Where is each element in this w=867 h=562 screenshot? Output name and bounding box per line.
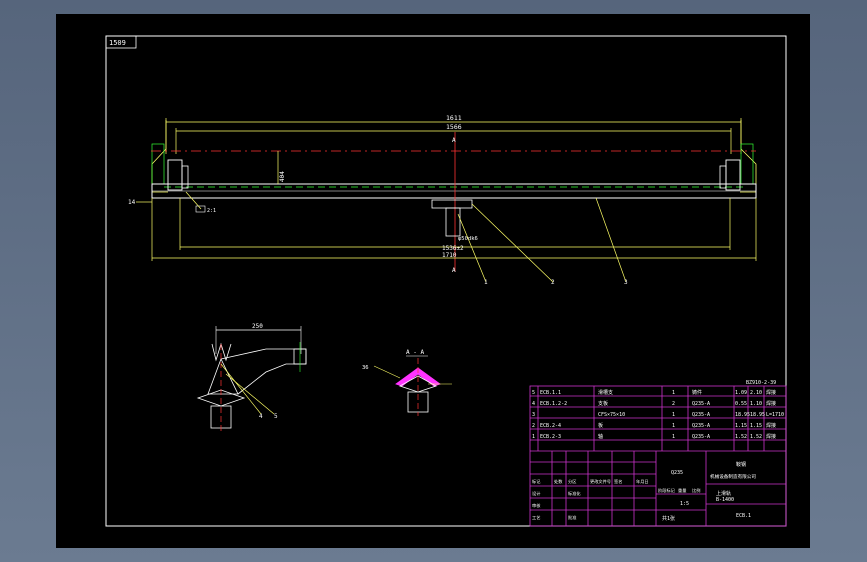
- svg-text:1: 1: [672, 434, 675, 440]
- left-mark-14: 14: [128, 199, 136, 206]
- svg-text:1.10: 1.10: [750, 401, 762, 407]
- svg-text:4: 4: [532, 401, 535, 407]
- svg-text:铸件: 铸件: [692, 389, 702, 396]
- svg-text:1.52: 1.52: [735, 434, 747, 440]
- svg-text:Q235-A: Q235-A: [692, 412, 710, 418]
- svg-text:标准化: 标准化: [568, 490, 581, 497]
- svg-text:1.15: 1.15: [735, 423, 747, 429]
- balloon-2: 2: [551, 279, 555, 286]
- svg-text:5: 5: [532, 390, 535, 396]
- sheet-count: 共1张: [662, 515, 675, 522]
- material-label: Q235: [671, 470, 683, 476]
- left-end-bracket: [151, 120, 168, 193]
- drawing-number: BZ910-2-39: [746, 380, 776, 386]
- svg-text:焊接: 焊接: [766, 400, 776, 407]
- svg-text:3: 3: [532, 412, 535, 418]
- dim-height: 404: [279, 171, 286, 182]
- dim-bottom-outer: 1710: [442, 252, 457, 259]
- svg-text:滑槽支: 滑槽支: [598, 389, 613, 396]
- svg-text:板: 板: [598, 422, 603, 429]
- svg-text:标记: 标记: [532, 478, 541, 485]
- svg-text:工艺: 工艺: [532, 515, 540, 520]
- svg-text:Q235-A: Q235-A: [692, 423, 710, 429]
- svg-text:阶段标记: 阶段标记: [658, 487, 676, 494]
- drawing-canvas: 1509 1611 1566 404 A A 1536±2 1710 14 2:…: [105, 35, 787, 527]
- svg-text:重量: 重量: [678, 487, 686, 494]
- section-mark-bottom: A: [452, 267, 456, 274]
- svg-text:L=1710: L=1710: [766, 412, 784, 418]
- svg-text:18.95: 18.95: [750, 412, 765, 418]
- svg-text:签名: 签名: [614, 478, 622, 485]
- svg-text:1.09: 1.09: [735, 390, 747, 396]
- company-name: 鞍钢: [736, 461, 746, 468]
- svg-text:ECB.1.1: ECB.1.1: [540, 390, 561, 396]
- dim-top-inner: 1566: [446, 123, 462, 131]
- svg-text:18.95: 18.95: [735, 412, 750, 418]
- svg-text:批准: 批准: [568, 514, 576, 521]
- corner-label: 1509: [109, 39, 126, 47]
- svg-text:1.52: 1.52: [750, 434, 762, 440]
- svg-text:年月日: 年月日: [636, 478, 649, 485]
- central-shaft: [431, 199, 473, 209]
- svg-text:2: 2: [532, 423, 535, 429]
- svg-text:ECB.2-3: ECB.2-3: [540, 434, 561, 440]
- svg-text:Q235-A: Q235-A: [692, 401, 710, 407]
- svg-text:轴: 轴: [598, 433, 603, 440]
- svg-text:1: 1: [532, 434, 535, 440]
- left-end-block: [167, 159, 183, 191]
- main-view: 1611 1566 404 A A φ50dk6: [128, 114, 757, 286]
- dim-detail-width: 250: [252, 323, 263, 330]
- scale-value: 1:5: [680, 501, 689, 507]
- svg-text:分区: 分区: [568, 478, 576, 485]
- svg-text:Q235-A: Q235-A: [692, 434, 710, 440]
- svg-text:更改文件号: 更改文件号: [590, 478, 611, 485]
- dim-detail-height: 36: [362, 365, 369, 371]
- drawing-sheet: 1509 1611 1566 404 A A 1536±2 1710 14 2:…: [56, 14, 810, 548]
- svg-text:ECB.1.2-2: ECB.1.2-2: [540, 401, 567, 407]
- svg-text:ECB.2-4: ECB.2-4: [540, 423, 561, 429]
- detail-view: 250 4 5: [196, 323, 307, 434]
- svg-text:焊接: 焊接: [766, 422, 776, 429]
- balloon-1: 1: [484, 279, 488, 286]
- svg-text:2.10: 2.10: [750, 390, 762, 396]
- svg-text:1.15: 1.15: [750, 423, 762, 429]
- part-spec: B-1400: [716, 497, 734, 503]
- svg-text:1: 1: [672, 390, 675, 396]
- svg-text:1: 1: [672, 412, 675, 418]
- svg-text:支板: 支板: [598, 400, 608, 407]
- company-sub: 机械设备制造有限公司: [710, 473, 756, 480]
- drawing-frame: [105, 35, 787, 527]
- right-end-bracket: [740, 120, 757, 193]
- svg-text:比例: 比例: [692, 487, 700, 494]
- part-title: 上滑轨: [716, 490, 731, 497]
- svg-text:CFS×75×10: CFS×75×10: [598, 412, 625, 418]
- left-mark-scale: 2:1: [207, 208, 216, 214]
- section-view: A - A 36: [362, 349, 452, 416]
- right-end-block: [725, 159, 741, 191]
- section-mark-top: A: [452, 137, 456, 144]
- svg-text:审核: 审核: [532, 502, 541, 509]
- balloon-4: 4: [259, 413, 263, 420]
- dim-bottom-inner: 1536±2: [442, 245, 464, 252]
- part-code: ECB.1: [736, 513, 751, 519]
- section-label: A - A: [406, 349, 424, 356]
- balloon-5: 5: [274, 413, 278, 420]
- dim-top-outer: 1611: [446, 114, 462, 122]
- svg-text:焊接: 焊接: [766, 433, 776, 440]
- balloon-3: 3: [624, 279, 628, 286]
- svg-text:1: 1: [672, 423, 675, 429]
- svg-text:2: 2: [672, 401, 675, 407]
- svg-text:设计: 设计: [532, 490, 540, 497]
- svg-text:焊接: 焊接: [766, 389, 776, 396]
- svg-text:0.55: 0.55: [735, 401, 747, 407]
- svg-text:处数: 处数: [554, 478, 563, 485]
- title-block: [529, 385, 787, 527]
